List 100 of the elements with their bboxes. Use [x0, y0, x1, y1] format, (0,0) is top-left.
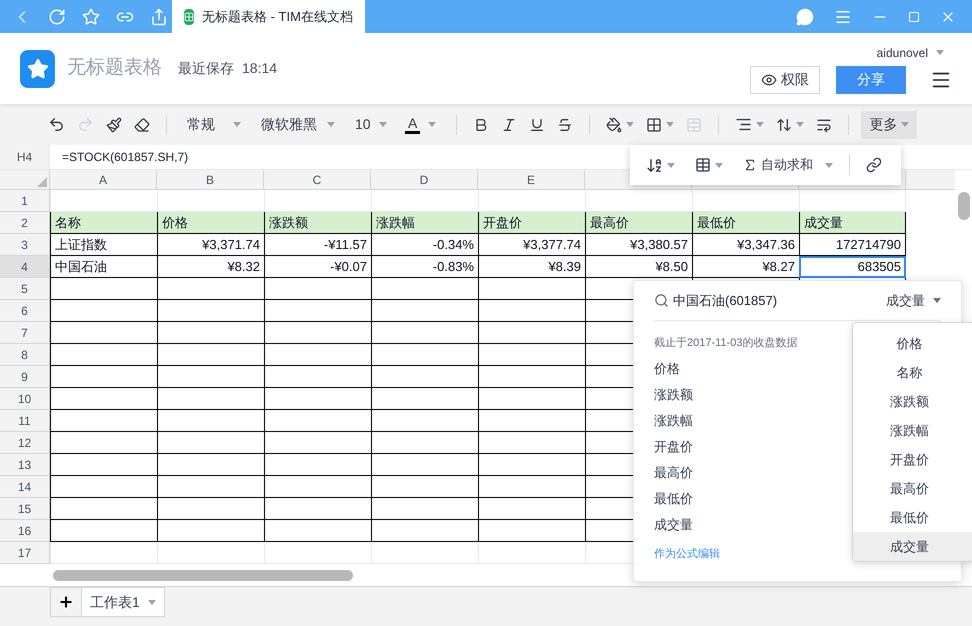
row-number[interactable]: 6 — [0, 300, 50, 322]
table-cell[interactable] — [371, 454, 478, 476]
row-number[interactable]: 10 — [0, 388, 50, 410]
table-cell[interactable] — [478, 366, 585, 388]
row-number[interactable]: 7 — [0, 322, 50, 344]
field-item[interactable]: 开盘价 — [654, 434, 693, 460]
column-header[interactable]: A — [50, 170, 157, 189]
table-cell[interactable] — [478, 278, 585, 300]
field-item[interactable]: 成交量 — [654, 512, 693, 538]
table-cell[interactable]: 涨跌幅 — [371, 212, 478, 234]
table-cell[interactable]: ¥3,371.74 — [157, 234, 264, 256]
table-cell[interactable] — [264, 300, 371, 322]
table-cell[interactable] — [50, 344, 157, 366]
table-cell[interactable] — [50, 410, 157, 432]
table-cell[interactable] — [50, 520, 157, 542]
username[interactable]: aidunovel — [876, 44, 928, 62]
table-cell[interactable]: ¥8.50 — [585, 256, 692, 278]
table-cell[interactable] — [157, 432, 264, 454]
table-cell[interactable] — [371, 520, 478, 542]
table-cell[interactable] — [371, 322, 478, 344]
table-cell[interactable] — [371, 388, 478, 410]
table-cell[interactable] — [50, 432, 157, 454]
table-cell[interactable] — [371, 476, 478, 498]
table-cell[interactable]: 价格 — [157, 212, 264, 234]
row-number[interactable]: 4 — [0, 256, 50, 278]
table-cell[interactable]: 最低价 — [692, 212, 799, 234]
field-item[interactable]: 最低价 — [654, 486, 693, 512]
table-cell[interactable] — [371, 432, 478, 454]
stock-search-field[interactable]: 中国石油(601857) — [673, 290, 882, 310]
table-cell[interactable] — [264, 410, 371, 432]
size-select[interactable]: 10 — [347, 110, 393, 138]
table-cell[interactable] — [264, 366, 371, 388]
table-cell[interactable] — [371, 344, 478, 366]
table-cell[interactable]: 最高价 — [585, 212, 692, 234]
table-cell[interactable]: 名称 — [50, 212, 157, 234]
dropdown-option[interactable]: 涨跌幅 — [853, 416, 972, 445]
table-cell[interactable]: ¥3,380.57 — [585, 234, 692, 256]
dropdown-option[interactable]: 价格 — [853, 329, 972, 358]
table-cell[interactable] — [371, 366, 478, 388]
table-cell[interactable]: ¥8.27 — [692, 256, 799, 278]
table-cell[interactable] — [50, 454, 157, 476]
column-header[interactable]: E — [478, 170, 585, 189]
table-cell[interactable] — [478, 498, 585, 520]
row-number[interactable]: 1 — [0, 190, 50, 212]
row-number[interactable]: 3 — [0, 234, 50, 256]
row-number[interactable]: 5 — [0, 278, 50, 300]
table-cell[interactable] — [157, 410, 264, 432]
table-cell[interactable]: 中国石油 — [50, 256, 157, 278]
table-cell[interactable] — [50, 498, 157, 520]
dropdown-option[interactable]: 成交量 — [853, 532, 972, 561]
table-cell[interactable] — [478, 322, 585, 344]
table-cell[interactable] — [371, 278, 478, 300]
cell-reference[interactable]: H4 — [0, 145, 50, 169]
table-cell[interactable]: -¥11.57 — [264, 234, 371, 256]
table-cell[interactable] — [50, 476, 157, 498]
table-cell[interactable] — [264, 476, 371, 498]
table-cell[interactable] — [264, 278, 371, 300]
table-cell[interactable] — [50, 366, 157, 388]
vertical-scrollbar[interactable] — [958, 192, 970, 220]
more-button[interactable]: 更多 — [861, 110, 918, 138]
table-cell[interactable] — [264, 388, 371, 410]
table-cell[interactable] — [478, 410, 585, 432]
table-cell[interactable] — [264, 432, 371, 454]
row-number[interactable]: 9 — [0, 366, 50, 388]
column-header[interactable]: C — [264, 170, 371, 189]
sheet-tab[interactable]: 工作表1 — [82, 587, 165, 617]
browser-tab[interactable]: 无标题表格 - TIM在线文档 — [172, 0, 365, 33]
table-cell[interactable] — [371, 300, 478, 322]
table-cell[interactable] — [157, 388, 264, 410]
table-cell[interactable]: 上证指数 — [50, 234, 157, 256]
table-cell[interactable] — [50, 278, 157, 300]
dropdown-option[interactable]: 涨跌额 — [853, 387, 972, 416]
table-cell[interactable] — [157, 366, 264, 388]
table-cell[interactable] — [157, 454, 264, 476]
formula-text[interactable]: =STOCK(601857.SH,7) — [62, 148, 188, 166]
table-cell[interactable] — [50, 322, 157, 344]
field-item[interactable]: 涨跌幅 — [654, 408, 693, 434]
table-cell[interactable] — [50, 300, 157, 322]
table-cell[interactable] — [157, 498, 264, 520]
table-cell[interactable]: ¥3,377.74 — [478, 234, 585, 256]
table-cell[interactable] — [478, 388, 585, 410]
table-cell[interactable] — [157, 520, 264, 542]
dropdown-option[interactable]: 名称 — [853, 358, 972, 387]
row-number[interactable]: 11 — [0, 410, 50, 432]
row-number[interactable]: 16 — [0, 520, 50, 542]
row-number[interactable]: 14 — [0, 476, 50, 498]
dropdown-option[interactable]: 最高价 — [853, 474, 972, 503]
dropdown-option[interactable]: 开盘价 — [853, 445, 972, 474]
table-cell[interactable] — [157, 344, 264, 366]
table-cell[interactable] — [157, 278, 264, 300]
row-number[interactable]: 17 — [0, 542, 50, 564]
table-cell[interactable]: -0.83% — [371, 256, 478, 278]
add-sheet-button[interactable] — [50, 587, 82, 617]
row-number[interactable]: 2 — [0, 212, 50, 234]
field-select[interactable]: 成交量 — [886, 290, 941, 310]
table-cell[interactable] — [157, 476, 264, 498]
table-cell[interactable] — [478, 344, 585, 366]
field-item[interactable]: 最高价 — [654, 460, 693, 486]
table-cell[interactable]: ¥8.32 — [157, 256, 264, 278]
table-cell[interactable] — [50, 388, 157, 410]
